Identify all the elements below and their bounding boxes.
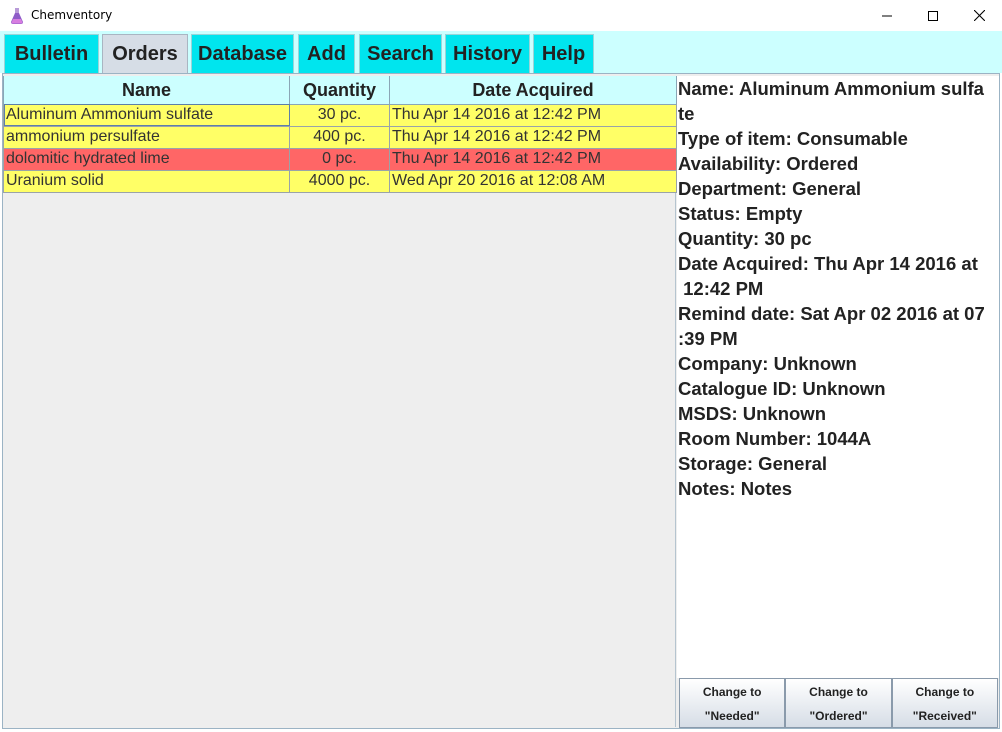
detail-remind-date-cont: :39 PM [678,328,738,349]
detail-company: Company: Unknown [678,353,857,374]
detail-remind-date: Remind date: Sat Apr 02 2016 at 07 [678,303,985,324]
table-row[interactable]: Aluminum Ammonium sulfate 30 pc. Thu Apr… [3,103,677,127]
maximize-icon [928,10,938,21]
detail-name-cont: te [678,103,695,124]
detail-date-acquired: Date Acquired: Thu Apr 14 2016 at [678,253,978,274]
minimize-icon [882,15,892,16]
orders-table-pane: Name Quantity Date Acquired Aluminum Amm… [3,76,677,727]
tab-history[interactable]: History [445,34,530,73]
detail-date-acquired-cont: 12:42 PM [678,278,764,299]
cell-date-acquired[interactable]: Thu Apr 14 2016 at 12:42 PM [389,103,677,127]
cell-name[interactable]: Aluminum Ammonium sulfate [3,103,290,127]
detail-quantity: Quantity: 30 pc [678,228,812,249]
maximize-button[interactable] [910,0,956,31]
table-row[interactable]: Uranium solid 4000 pc. Wed Apr 20 2016 a… [3,169,677,193]
tab-database[interactable]: Database [191,34,294,73]
cell-name[interactable]: ammonium persulfate [3,125,290,149]
detail-name: Name: Aluminum Ammonium sulfa [678,78,984,99]
tab-add[interactable]: Add [298,34,355,73]
table-header-row: Name Quantity Date Acquired [3,76,677,105]
table-row[interactable]: dolomitic hydrated lime 0 pc. Thu Apr 14… [3,147,677,171]
cell-date-acquired[interactable]: Thu Apr 14 2016 at 12:42 PM [389,125,677,149]
detail-availability: Availability: Ordered [678,153,859,174]
orders-table: Name Quantity Date Acquired Aluminum Amm… [3,76,677,193]
button-label-line1: Change to [915,685,975,699]
cell-quantity[interactable]: 0 pc. [289,147,390,171]
tab-orders[interactable]: Orders [102,34,188,74]
detail-type: Type of item: Consumable [678,128,908,149]
cell-quantity[interactable]: 30 pc. [289,103,390,127]
change-to-received-button[interactable]: Change to "Received" [891,678,998,728]
button-label-line1: Change to [702,685,762,699]
title-bar: Chemventory [0,0,1002,31]
detail-room-number: Room Number: 1044A [678,428,872,449]
button-label-line2: "Ordered" [809,709,868,723]
minimize-button[interactable] [864,0,910,31]
cell-name[interactable]: dolomitic hydrated lime [3,147,290,171]
cell-name[interactable]: Uranium solid [3,169,290,193]
change-to-needed-button[interactable]: Change to "Needed" [679,678,786,728]
detail-department: Department: General [678,178,861,199]
column-header-name[interactable]: Name [3,76,290,105]
detail-msds: MSDS: Unknown [678,403,826,424]
tab-help[interactable]: Help [533,34,594,73]
tab-bar: Bulletin Orders Database Add Search Hist… [0,31,1002,74]
item-details-panel: Name: Aluminum Ammonium sulfa te Type of… [677,76,999,678]
table-row[interactable]: ammonium persulfate 400 pc. Thu Apr 14 2… [3,125,677,149]
column-header-quantity[interactable]: Quantity [289,76,390,105]
status-button-row: Change to "Needed" Change to "Ordered" C… [679,678,998,728]
detail-catalogue-id: Catalogue ID: Unknown [678,378,886,399]
close-icon [973,10,985,21]
column-header-date-acquired[interactable]: Date Acquired [389,76,677,105]
change-to-ordered-button[interactable]: Change to "Ordered" [785,678,892,728]
tab-bulletin[interactable]: Bulletin [4,34,99,73]
cell-date-acquired[interactable]: Wed Apr 20 2016 at 12:08 AM [389,169,677,193]
cell-quantity[interactable]: 400 pc. [289,125,390,149]
window-title: Chemventory [31,8,113,22]
tab-search[interactable]: Search [359,34,442,73]
button-label-line2: "Received" [912,709,977,723]
close-button[interactable] [956,0,1002,31]
detail-storage: Storage: General [678,453,828,474]
detail-notes: Notes: Notes [678,478,793,499]
button-label-line2: "Needed" [704,709,760,723]
button-label-line1: Change to [809,685,868,699]
cell-date-acquired[interactable]: Thu Apr 14 2016 at 12:42 PM [389,147,677,171]
flask-icon [11,8,23,24]
cell-quantity[interactable]: 4000 pc. [289,169,390,193]
detail-status: Status: Empty [678,203,803,224]
